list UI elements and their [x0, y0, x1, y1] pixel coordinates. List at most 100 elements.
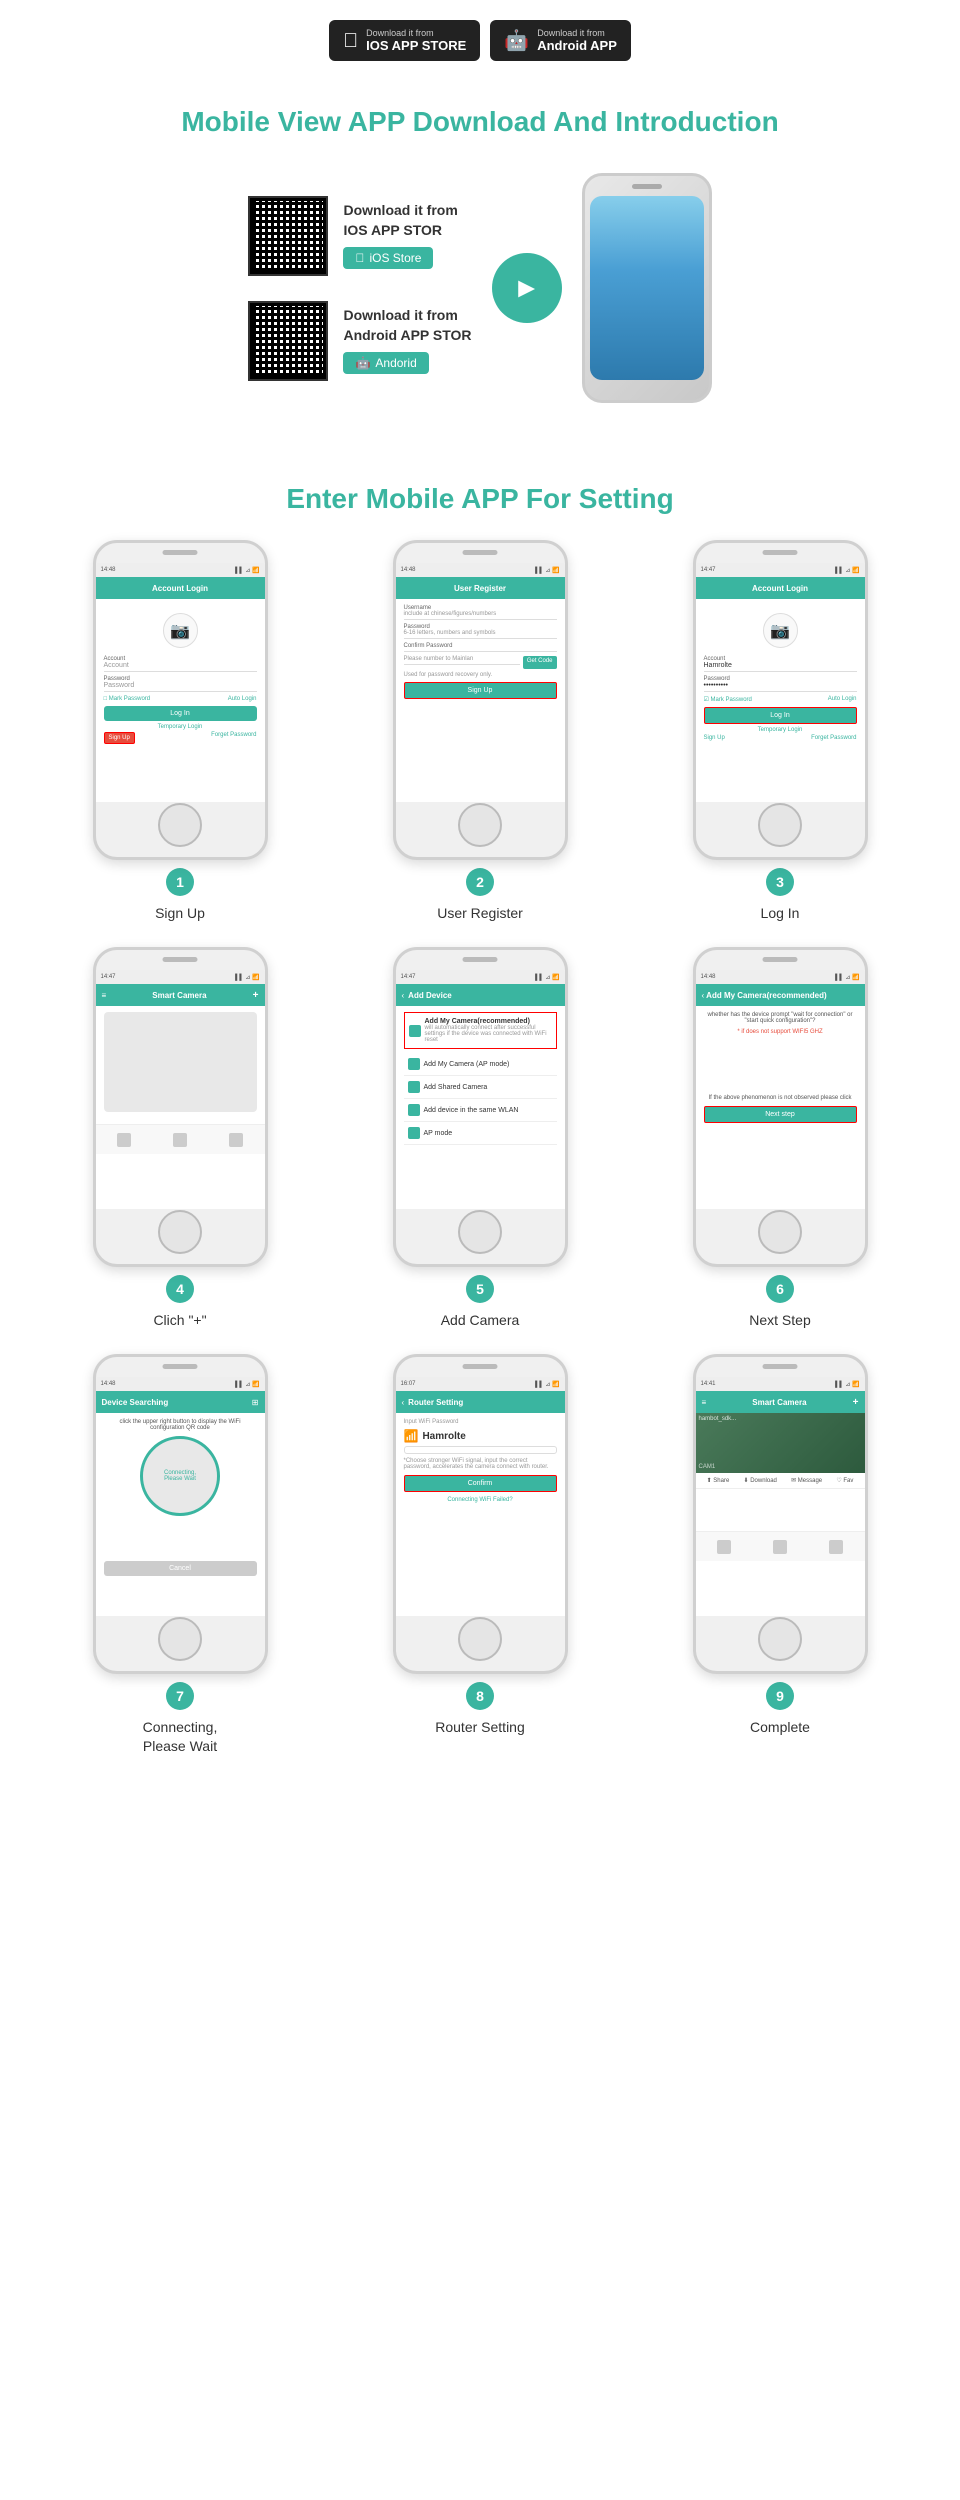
mock-phone-3: 14:47▌▌ ⊿ 📶 Account Login 📷 Account Hamr… [693, 540, 868, 860]
settings-icon-9 [829, 1540, 843, 1554]
add-wlan-label: Add device in the same WLAN [424, 1107, 519, 1114]
signup-btn-2[interactable]: Sign Up [404, 682, 557, 699]
topbar-1: Account Login [96, 577, 265, 599]
add-cam-ap-item[interactable]: Add My Camera (AP mode) [404, 1053, 557, 1076]
ap-mode-label: AP mode [424, 1130, 453, 1137]
bottom-nav-4 [96, 1124, 265, 1154]
add-my-cam-item[interactable]: Add My Camera(recommended) will automati… [404, 1012, 557, 1049]
content-8: Input WiFi Password 📶 Hamrolte *Choose s… [396, 1413, 565, 1509]
add-cam-ap-icon [408, 1058, 420, 1070]
statusbar-1: 14:48▌▌ ⊿ 📶 [96, 563, 265, 577]
wifi-name-8: Hamrolte [422, 1431, 465, 1442]
android-qr-pattern [253, 306, 323, 376]
android-download-button[interactable]: 🤖 Download it from Android APP [490, 20, 631, 61]
pwd-field-3: •••••••••• [704, 682, 857, 692]
phone-card-1: 14:48▌▌ ⊿ 📶 Account Login 📷 Account Acco… [93, 540, 268, 922]
pwd-field-1: Password [104, 682, 257, 692]
card-label-7: Connecting, Please Wait [143, 1718, 218, 1754]
forgot-pwd-1: Forget Password [211, 732, 256, 744]
statusbar-5: 14:47▌▌ ⊿ 📶 [396, 970, 565, 984]
statusbar-4: 14:47▌▌ ⊿ 📶 [96, 970, 265, 984]
next-step-btn-6[interactable]: Next step [704, 1106, 857, 1123]
download-left-col: Download it from IOS APP STOR  iOS Stor… [248, 196, 471, 381]
wifi5-note: * if does not support WIFI5 GHZ [704, 1029, 857, 1035]
android-qr-code [248, 301, 328, 381]
wifi-failed-8: Connecting WiFi Failed? [404, 1497, 557, 1503]
topbar-8: ‹ Router Setting [396, 1391, 565, 1413]
fav-btn-9[interactable]: ♡ Fav [836, 1477, 853, 1484]
home-icon-9 [717, 1540, 731, 1554]
account-field-1: Account [104, 662, 257, 672]
get-code-btn-2[interactable]: Get Code [523, 656, 557, 669]
share-btn-9[interactable]: ⬆ Share [707, 1477, 730, 1484]
card-num-3: 3 [766, 868, 794, 896]
add-shared-item[interactable]: Add Shared Camera [404, 1076, 557, 1099]
if-above-note: If the above phenomenon is not observed … [704, 1095, 857, 1101]
ios-btn-text: Download it from IOS APP STORE [366, 28, 466, 53]
content-6: whether has the device prompt "wait for … [696, 1006, 865, 1129]
home-icon-4 [117, 1133, 131, 1147]
add-wlan-icon [408, 1104, 420, 1116]
settings-icon-4 [229, 1133, 243, 1147]
topbar-7: Device Searching ⊞ [96, 1391, 265, 1413]
phone-card-7: 14:48▌▌ ⊿ 📶 Device Searching ⊞ click the… [93, 1354, 268, 1754]
android-download-text: Download it from Android APP STOR 🤖 Ando… [343, 307, 471, 374]
cam-id-9: hambot_sdk... [699, 1416, 737, 1422]
android-icon: 🤖 [504, 31, 529, 51]
phone-card-3: 14:47▌▌ ⊿ 📶 Account Login 📷 Account Hamr… [693, 540, 868, 922]
mock-phone-6: 14:48▌▌ ⊿ 📶 ‹ Add My Camera(recommended)… [693, 947, 868, 1267]
download-info-section: Download it from IOS APP STOR  iOS Stor… [0, 163, 960, 433]
topbar-2: User Register [396, 577, 565, 599]
phone-field-2: Please number to Mainlan [404, 656, 520, 665]
phone-screen-5: 14:47▌▌ ⊿ 📶 ‹ Add Device Add My Camera(r… [396, 970, 565, 1209]
card-num-4: 4 [166, 1275, 194, 1303]
spacer-7 [104, 1521, 257, 1551]
card-label-1: Sign Up [155, 904, 205, 922]
ios-download-button[interactable]:  Download it from IOS APP STORE [329, 20, 480, 61]
phone-card-9: 14:41▌▌ ⊿ 📶 ≡ Smart Camera + hambot_sdk.… [693, 1354, 868, 1754]
phone-screen-4: 14:47▌▌ ⊿ 📶 ≡ Smart Camera + [96, 970, 265, 1209]
content-2: Username include at chinese/figures/numb… [396, 599, 565, 705]
mock-phone-7: 14:48▌▌ ⊿ 📶 Device Searching ⊞ click the… [93, 1354, 268, 1674]
message-btn-9[interactable]: ✉ Message [791, 1477, 822, 1484]
content-3: 📷 Account Hamrolte Password •••••••••• ☑… [696, 599, 865, 747]
statusbar-9: 14:41▌▌ ⊿ 📶 [696, 1377, 865, 1391]
plus-btn-4[interactable]: + [253, 990, 259, 1001]
android-store-button[interactable]: 🤖 Andorid [343, 352, 428, 374]
add-shared-icon [408, 1081, 420, 1093]
mock-phone-9: 14:41▌▌ ⊿ 📶 ≡ Smart Camera + hambot_sdk.… [693, 1354, 868, 1674]
login-btn-1[interactable]: Log In [104, 706, 257, 721]
ios-label-line1: Download it from [343, 202, 457, 218]
add-wlan-item[interactable]: Add device in the same WLAN [404, 1099, 557, 1122]
login-btn-3[interactable]: Log In [704, 707, 857, 724]
phone-screen-2: 14:48▌▌ ⊿ 📶 User Register Username inclu… [396, 563, 565, 802]
card-label-9: Complete [750, 1718, 810, 1736]
statusbar-2: 14:48▌▌ ⊿ 📶 [396, 563, 565, 577]
arrow-circle: ► [492, 253, 562, 323]
confirm-btn-8[interactable]: Confirm [404, 1475, 557, 1492]
nav-settings-9 [829, 1540, 843, 1554]
username-field-2: include at chinese/figures/numbers [404, 611, 557, 620]
pwd-field-2: 6-16 letters, numbers and symbols [404, 630, 557, 639]
cancel-btn-7[interactable]: Cancel [104, 1561, 257, 1576]
main-section-title: Mobile View APP Download And Introductio… [0, 106, 960, 138]
wifi-icon-8: 📶 [404, 1429, 419, 1443]
wifi-pwd-input-8[interactable] [404, 1446, 557, 1454]
mock-phone-1: 14:48▌▌ ⊿ 📶 Account Login 📷 Account Acco… [93, 540, 268, 860]
mark-pwd-3: ☑ Mark Password [704, 696, 752, 703]
top-download-buttons:  Download it from IOS APP STORE 🤖 Downl… [0, 0, 960, 76]
content-1: 📷 Account Account Password Password □ Ma… [96, 599, 265, 750]
ap-mode-item[interactable]: AP mode [404, 1122, 557, 1145]
android-download-item: Download it from Android APP STOR 🤖 Ando… [248, 301, 471, 381]
card-num-9: 9 [766, 1682, 794, 1710]
msg-icon-4 [173, 1133, 187, 1147]
card-num-6: 6 [766, 1275, 794, 1303]
ios-store-button[interactable]:  iOS Store [343, 247, 433, 269]
temp-login-1: Temporary Login [104, 724, 257, 730]
signup-btn-red-1[interactable]: Sign Up [104, 732, 135, 744]
topbar-9: ≡ Smart Camera + [696, 1391, 865, 1413]
mobile-app-section: Enter Mobile APP For Setting 14:48▌▌ ⊿ 📶… [0, 433, 960, 1785]
download-btn-9[interactable]: ⬇ Download [744, 1477, 777, 1484]
card-label-4: Clich "+" [153, 1311, 206, 1329]
next-step-question: whether has the device prompt "wait for … [704, 1012, 857, 1024]
